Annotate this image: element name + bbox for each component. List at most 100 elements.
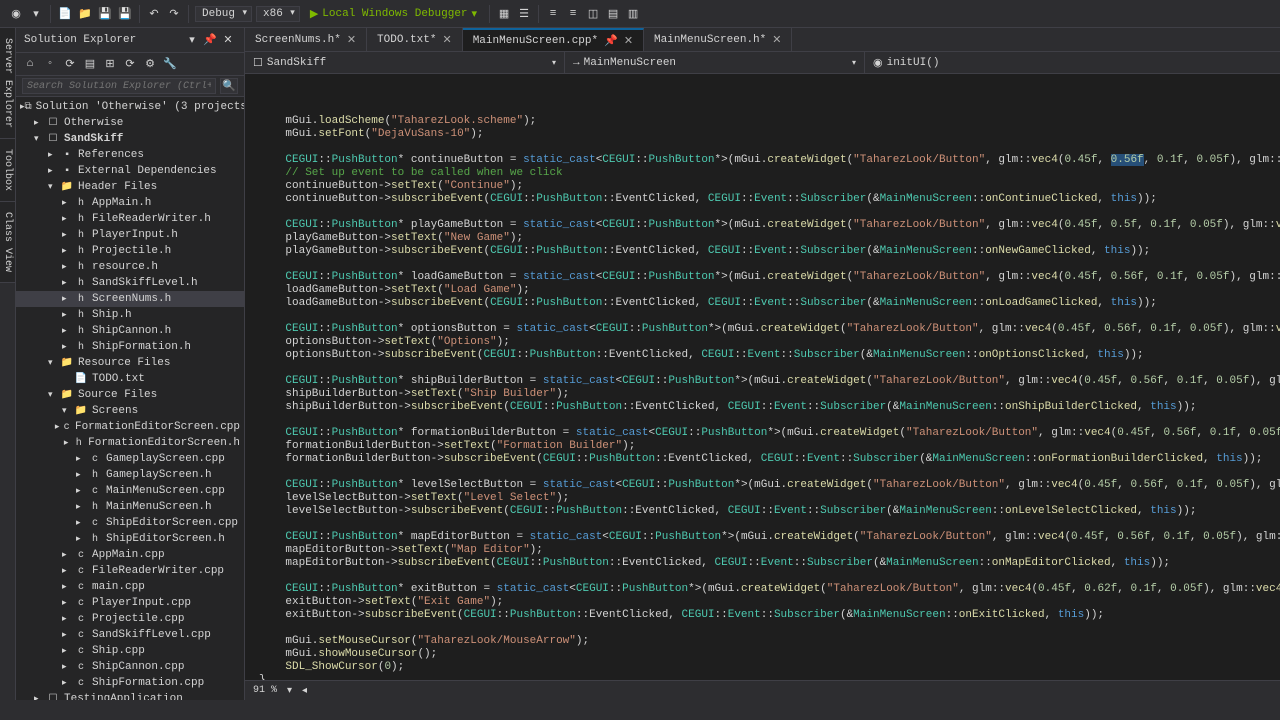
- tree-item[interactable]: ▸cShipCannon.cpp: [16, 659, 244, 675]
- tree-item[interactable]: ▸☐Otherwise: [16, 115, 244, 131]
- tree-item[interactable]: ▸cProjectile.cpp: [16, 611, 244, 627]
- tree-item[interactable]: ▸cmain.cpp: [16, 579, 244, 595]
- tree-item[interactable]: ▸cShip.cpp: [16, 643, 244, 659]
- tree-item[interactable]: ▸hProjectile.h: [16, 243, 244, 259]
- ex-tb-3[interactable]: ▤: [82, 56, 98, 72]
- editor-area: ScreenNums.h*✕TODO.txt*✕MainMenuScreen.c…: [245, 28, 1280, 700]
- tree-item[interactable]: ▸cFileReaderWriter.cpp: [16, 563, 244, 579]
- nav-member[interactable]: ◉ initUI(): [865, 52, 1280, 73]
- tree-item[interactable]: ▾📁Screens: [16, 403, 244, 419]
- platform-dropdown[interactable]: x86: [256, 6, 300, 22]
- tree-item[interactable]: ▸cShipFormation.cpp: [16, 675, 244, 691]
- main-toolbar: ◉ ▾ 📄 📁 💾 💾 ↶ ↷ Debug x86 ▶ Local Window…: [0, 0, 1280, 28]
- tree-item[interactable]: ▸hShip.h: [16, 307, 244, 323]
- tree-item[interactable]: ▸cGameplayScreen.cpp: [16, 451, 244, 467]
- new-icon[interactable]: 📄: [57, 6, 73, 22]
- tree-item[interactable]: ▸hGameplayScreen.h: [16, 467, 244, 483]
- nav-fwd-icon[interactable]: ▾: [28, 6, 44, 22]
- close-tab-icon[interactable]: ✕: [624, 34, 633, 48]
- redo-icon[interactable]: ↷: [166, 6, 182, 22]
- tb-icon-3[interactable]: ≡: [545, 6, 561, 22]
- document-tab[interactable]: MainMenuScreen.cpp*📌✕: [463, 28, 644, 51]
- close-icon[interactable]: ✕: [220, 32, 236, 48]
- tree-item[interactable]: ▾📁Resource Files: [16, 355, 244, 371]
- tree-item[interactable]: ▸hAppMain.h: [16, 195, 244, 211]
- pin-icon[interactable]: 📌: [604, 34, 618, 48]
- tree-item[interactable]: ▸hShipFormation.h: [16, 339, 244, 355]
- close-tab-icon[interactable]: ✕: [347, 33, 356, 47]
- tb-icon-4[interactable]: ≡: [565, 6, 581, 22]
- tree-item[interactable]: 📄TODO.txt: [16, 371, 244, 387]
- nav-scope[interactable]: → MainMenuScreen: [565, 52, 865, 73]
- dropdown-icon[interactable]: ▾: [184, 32, 200, 48]
- tree-item[interactable]: ▸hFormationEditorScreen.h: [16, 435, 244, 451]
- save-icon[interactable]: 💾: [97, 6, 113, 22]
- editor-status-bar: 91 % ▾ ◂: [245, 680, 1280, 700]
- tb-icon-2[interactable]: ☰: [516, 6, 532, 22]
- tree-item[interactable]: ▸hScreenNums.h: [16, 291, 244, 307]
- zoom-dropdown-icon[interactable]: ▾: [287, 685, 292, 697]
- solution-tree[interactable]: ▸⧉Solution 'Otherwise' (3 projects)▸☐Oth…: [16, 97, 244, 700]
- ex-tb-4[interactable]: ⊞: [102, 56, 118, 72]
- ex-tb-6[interactable]: ⚙: [142, 56, 158, 72]
- explorer-search: 🔍: [16, 76, 244, 97]
- home-icon[interactable]: ⌂: [22, 56, 38, 72]
- document-tabs: ScreenNums.h*✕TODO.txt*✕MainMenuScreen.c…: [245, 28, 1280, 52]
- nav-back-icon[interactable]: ◉: [8, 6, 24, 22]
- server-explorer-tab[interactable]: Server Explorer: [0, 28, 15, 139]
- tree-item[interactable]: ▸cFormationEditorScreen.cpp: [16, 419, 244, 435]
- ex-tb-2[interactable]: ⟳: [62, 56, 78, 72]
- tb-icon-7[interactable]: ▥: [625, 6, 641, 22]
- start-debug-button[interactable]: ▶ Local Windows Debugger ▾: [304, 7, 483, 21]
- tree-item[interactable]: ▸cAppMain.cpp: [16, 547, 244, 563]
- nav-scope-label: MainMenuScreen: [584, 57, 676, 69]
- undo-icon[interactable]: ↶: [146, 6, 162, 22]
- ex-tb-5[interactable]: ⟳: [122, 56, 138, 72]
- document-tab[interactable]: TODO.txt*✕: [367, 28, 463, 51]
- tree-item[interactable]: ▸cSandSkiffLevel.cpp: [16, 627, 244, 643]
- open-icon[interactable]: 📁: [77, 6, 93, 22]
- solution-explorer: Solution Explorer ▾ 📌 ✕ ⌂ ◦ ⟳ ▤ ⊞ ⟳ ⚙ 🔧 …: [16, 28, 245, 700]
- code-editor[interactable]: mGui.loadScheme("TaharezLook.scheme"); m…: [245, 74, 1280, 680]
- ex-tb-7[interactable]: 🔧: [162, 56, 178, 72]
- nav-project[interactable]: ☐ SandSkiff: [245, 52, 565, 73]
- tree-item[interactable]: ▸cShipEditorScreen.cpp: [16, 515, 244, 531]
- tb-icon-6[interactable]: ▤: [605, 6, 621, 22]
- config-dropdown[interactable]: Debug: [195, 6, 252, 22]
- tree-item[interactable]: ▸hShipCannon.h: [16, 323, 244, 339]
- class-view-tab[interactable]: Class View: [0, 202, 15, 283]
- close-tab-icon[interactable]: ✕: [772, 33, 781, 47]
- nav-member-label: initUI(): [887, 57, 940, 69]
- tree-item[interactable]: ▸hMainMenuScreen.h: [16, 499, 244, 515]
- tree-item[interactable]: ▸☐TestingApplication: [16, 691, 244, 700]
- tree-item[interactable]: ▸cMainMenuScreen.cpp: [16, 483, 244, 499]
- tree-item[interactable]: ▸▪References: [16, 147, 244, 163]
- explorer-title: Solution Explorer: [24, 34, 136, 46]
- tree-item[interactable]: ▸hShipEditorScreen.h: [16, 531, 244, 547]
- tree-item[interactable]: ▸hPlayerInput.h: [16, 227, 244, 243]
- tree-item[interactable]: ▾📁Header Files: [16, 179, 244, 195]
- tree-item[interactable]: ▸⧉Solution 'Otherwise' (3 projects): [16, 99, 244, 115]
- search-icon[interactable]: 🔍: [220, 78, 238, 94]
- tree-item[interactable]: ▸▪External Dependencies: [16, 163, 244, 179]
- tb-icon-5[interactable]: ◫: [585, 6, 601, 22]
- tree-item[interactable]: ▸hSandSkiffLevel.h: [16, 275, 244, 291]
- close-tab-icon[interactable]: ✕: [442, 33, 451, 47]
- tree-item[interactable]: ▸hresource.h: [16, 259, 244, 275]
- document-tab[interactable]: MainMenuScreen.h*✕: [644, 28, 792, 51]
- nav-project-label: SandSkiff: [267, 57, 326, 69]
- ex-tb-1[interactable]: ◦: [42, 56, 58, 72]
- zoom-level[interactable]: 91 %: [253, 685, 277, 696]
- tree-item[interactable]: ▾📁Source Files: [16, 387, 244, 403]
- explorer-title-bar: Solution Explorer ▾ 📌 ✕: [16, 28, 244, 53]
- tree-item[interactable]: ▸hFileReaderWriter.h: [16, 211, 244, 227]
- hscroll-left-icon[interactable]: ◂: [302, 685, 307, 697]
- document-tab[interactable]: ScreenNums.h*✕: [245, 28, 367, 51]
- explorer-search-input[interactable]: [22, 78, 216, 94]
- tree-item[interactable]: ▸cPlayerInput.cpp: [16, 595, 244, 611]
- save-all-icon[interactable]: 💾: [117, 6, 133, 22]
- pin-icon[interactable]: 📌: [202, 32, 218, 48]
- toolbox-tab[interactable]: Toolbox: [0, 139, 15, 202]
- tb-icon-1[interactable]: ▦: [496, 6, 512, 22]
- tree-item[interactable]: ▾☐SandSkiff: [16, 131, 244, 147]
